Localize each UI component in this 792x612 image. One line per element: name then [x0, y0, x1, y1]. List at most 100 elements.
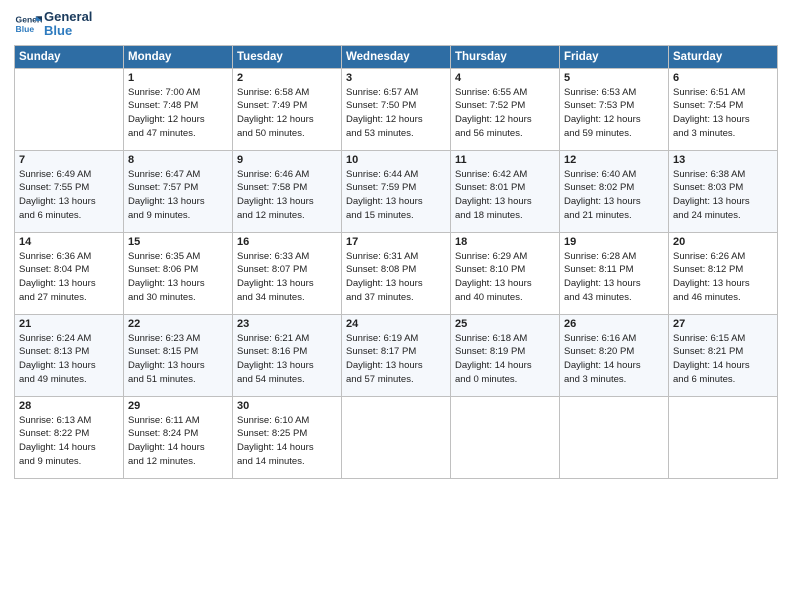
day-number: 19: [564, 236, 664, 248]
calendar-cell: 11 Sunrise: 6:42 AMSunset: 8:01 PMDayligh…: [451, 150, 560, 232]
weekday-header-wednesday: Wednesday: [342, 45, 451, 68]
cell-info: Sunrise: 6:42 AMSunset: 8:01 PMDaylight:…: [455, 168, 555, 223]
calendar-cell: 14 Sunrise: 6:36 AMSunset: 8:04 PMDayligh…: [15, 232, 124, 314]
weekday-header-monday: Monday: [124, 45, 233, 68]
logo-wordmark: General Blue: [44, 10, 92, 39]
day-number: 30: [237, 400, 337, 412]
cell-info: Sunrise: 6:38 AMSunset: 8:03 PMDaylight:…: [673, 168, 773, 223]
calendar-cell: 4Sunrise: 6:55 AMSunset: 7:52 PMDaylight…: [451, 68, 560, 150]
svg-text:Blue: Blue: [16, 24, 35, 34]
cell-info: Sunrise: 6:15 AMSunset: 8:21 PMDaylight:…: [673, 332, 773, 387]
day-number: 14: [19, 236, 119, 248]
calendar-cell: 20Sunrise: 6:26 AMSunset: 8:12 PMDayligh…: [669, 232, 778, 314]
day-number: 11: [455, 154, 555, 166]
day-number: 4: [455, 72, 555, 84]
calendar-cell: 26 Sunrise: 6:16 AMSunset: 8:20 PMDayligh…: [560, 314, 669, 396]
week-row-5: 28 Sunrise: 6:13 AMSunset: 8:22 PMDayligh…: [15, 396, 778, 478]
weekday-header-thursday: Thursday: [451, 45, 560, 68]
calendar-cell: 29Sunrise: 6:11 AMSunset: 8:24 PMDayligh…: [124, 396, 233, 478]
cell-info: Sunrise: 6:57 AMSunset: 7:50 PMDaylight:…: [346, 86, 446, 141]
header: General Blue General Blue: [14, 10, 778, 39]
calendar-cell: [560, 396, 669, 478]
weekday-header-friday: Friday: [560, 45, 669, 68]
calendar-cell: 2 Sunrise: 6:58 AMSunset: 7:49 PMDaylight…: [233, 68, 342, 150]
calendar-table: SundayMondayTuesdayWednesdayThursdayFrid…: [14, 45, 778, 479]
day-number: 1: [128, 72, 228, 84]
calendar-cell: 28 Sunrise: 6:13 AMSunset: 8:22 PMDayligh…: [15, 396, 124, 478]
calendar-cell: 22 Sunrise: 6:23 AMSunset: 8:15 PMDayligh…: [124, 314, 233, 396]
day-number: 22: [128, 318, 228, 330]
calendar-cell: [15, 68, 124, 150]
calendar-cell: 1 Sunrise: 7:00 AMSunset: 7:48 PMDaylight…: [124, 68, 233, 150]
calendar-cell: 16 Sunrise: 6:33 AMSunset: 8:07 PMDayligh…: [233, 232, 342, 314]
day-number: 10: [346, 154, 446, 166]
calendar-cell: 17 Sunrise: 6:31 AMSunset: 8:08 PMDayligh…: [342, 232, 451, 314]
calendar-container: General Blue General Blue SundayMondayTu…: [0, 0, 792, 489]
calendar-cell: 21 Sunrise: 6:24 AMSunset: 8:13 PMDayligh…: [15, 314, 124, 396]
cell-info: Sunrise: 6:51 AMSunset: 7:54 PMDaylight:…: [673, 86, 773, 141]
week-row-1: 1 Sunrise: 7:00 AMSunset: 7:48 PMDaylight…: [15, 68, 778, 150]
cell-info: Sunrise: 6:10 AMSunset: 8:25 PMDaylight:…: [237, 414, 337, 469]
cell-info: Sunrise: 6:13 AMSunset: 8:22 PMDaylight:…: [19, 414, 119, 469]
day-number: 2: [237, 72, 337, 84]
day-number: 25: [455, 318, 555, 330]
logo-icon: General Blue: [14, 10, 42, 38]
cell-info: Sunrise: 6:31 AMSunset: 8:08 PMDaylight:…: [346, 250, 446, 305]
calendar-cell: [451, 396, 560, 478]
day-number: 3: [346, 72, 446, 84]
calendar-cell: 3 Sunrise: 6:57 AMSunset: 7:50 PMDaylight…: [342, 68, 451, 150]
logo: General Blue General Blue: [14, 10, 92, 39]
day-number: 27: [673, 318, 773, 330]
day-number: 5: [564, 72, 664, 84]
cell-info: Sunrise: 6:44 AMSunset: 7:59 PMDaylight:…: [346, 168, 446, 223]
cell-info: Sunrise: 6:58 AMSunset: 7:49 PMDaylight:…: [237, 86, 337, 141]
cell-info: Sunrise: 6:33 AMSunset: 8:07 PMDaylight:…: [237, 250, 337, 305]
calendar-cell: 7 Sunrise: 6:49 AMSunset: 7:55 PMDaylight…: [15, 150, 124, 232]
calendar-cell: 6Sunrise: 6:51 AMSunset: 7:54 PMDaylight…: [669, 68, 778, 150]
day-number: 21: [19, 318, 119, 330]
cell-info: Sunrise: 6:46 AMSunset: 7:58 PMDaylight:…: [237, 168, 337, 223]
calendar-cell: 10 Sunrise: 6:44 AMSunset: 7:59 PMDayligh…: [342, 150, 451, 232]
weekday-header-row: SundayMondayTuesdayWednesdayThursdayFrid…: [15, 45, 778, 68]
cell-info: Sunrise: 6:29 AMSunset: 8:10 PMDaylight:…: [455, 250, 555, 305]
cell-info: Sunrise: 6:23 AMSunset: 8:15 PMDaylight:…: [128, 332, 228, 387]
cell-info: Sunrise: 6:49 AMSunset: 7:55 PMDaylight:…: [19, 168, 119, 223]
calendar-cell: 18Sunrise: 6:29 AMSunset: 8:10 PMDayligh…: [451, 232, 560, 314]
week-row-4: 21 Sunrise: 6:24 AMSunset: 8:13 PMDayligh…: [15, 314, 778, 396]
day-number: 17: [346, 236, 446, 248]
day-number: 7: [19, 154, 119, 166]
day-number: 12: [564, 154, 664, 166]
cell-info: Sunrise: 6:16 AMSunset: 8:20 PMDaylight:…: [564, 332, 664, 387]
week-row-2: 7 Sunrise: 6:49 AMSunset: 7:55 PMDaylight…: [15, 150, 778, 232]
calendar-cell: [669, 396, 778, 478]
day-number: 16: [237, 236, 337, 248]
calendar-cell: 5 Sunrise: 6:53 AMSunset: 7:53 PMDaylight…: [560, 68, 669, 150]
cell-info: Sunrise: 6:28 AMSunset: 8:11 PMDaylight:…: [564, 250, 664, 305]
calendar-cell: 8 Sunrise: 6:47 AMSunset: 7:57 PMDaylight…: [124, 150, 233, 232]
weekday-header-sunday: Sunday: [15, 45, 124, 68]
calendar-cell: 27 Sunrise: 6:15 AMSunset: 8:21 PMDayligh…: [669, 314, 778, 396]
calendar-cell: 9Sunrise: 6:46 AMSunset: 7:58 PMDaylight…: [233, 150, 342, 232]
calendar-cell: 19 Sunrise: 6:28 AMSunset: 8:11 PMDayligh…: [560, 232, 669, 314]
weekday-header-tuesday: Tuesday: [233, 45, 342, 68]
calendar-cell: 13Sunrise: 6:38 AMSunset: 8:03 PMDayligh…: [669, 150, 778, 232]
weekday-header-saturday: Saturday: [669, 45, 778, 68]
calendar-cell: 24Sunrise: 6:19 AMSunset: 8:17 PMDayligh…: [342, 314, 451, 396]
cell-info: Sunrise: 6:26 AMSunset: 8:12 PMDaylight:…: [673, 250, 773, 305]
day-number: 26: [564, 318, 664, 330]
calendar-cell: 25Sunrise: 6:18 AMSunset: 8:19 PMDayligh…: [451, 314, 560, 396]
cell-info: Sunrise: 6:11 AMSunset: 8:24 PMDaylight:…: [128, 414, 228, 469]
cell-info: Sunrise: 6:53 AMSunset: 7:53 PMDaylight:…: [564, 86, 664, 141]
day-number: 28: [19, 400, 119, 412]
calendar-cell: 12 Sunrise: 6:40 AMSunset: 8:02 PMDayligh…: [560, 150, 669, 232]
calendar-cell: 30 Sunrise: 6:10 AMSunset: 8:25 PMDayligh…: [233, 396, 342, 478]
cell-info: Sunrise: 6:36 AMSunset: 8:04 PMDaylight:…: [19, 250, 119, 305]
cell-info: Sunrise: 6:40 AMSunset: 8:02 PMDaylight:…: [564, 168, 664, 223]
cell-info: Sunrise: 6:47 AMSunset: 7:57 PMDaylight:…: [128, 168, 228, 223]
cell-info: Sunrise: 6:24 AMSunset: 8:13 PMDaylight:…: [19, 332, 119, 387]
calendar-cell: [342, 396, 451, 478]
cell-info: Sunrise: 6:21 AMSunset: 8:16 PMDaylight:…: [237, 332, 337, 387]
cell-info: Sunrise: 7:00 AMSunset: 7:48 PMDaylight:…: [128, 86, 228, 141]
day-number: 8: [128, 154, 228, 166]
calendar-cell: 23Sunrise: 6:21 AMSunset: 8:16 PMDayligh…: [233, 314, 342, 396]
